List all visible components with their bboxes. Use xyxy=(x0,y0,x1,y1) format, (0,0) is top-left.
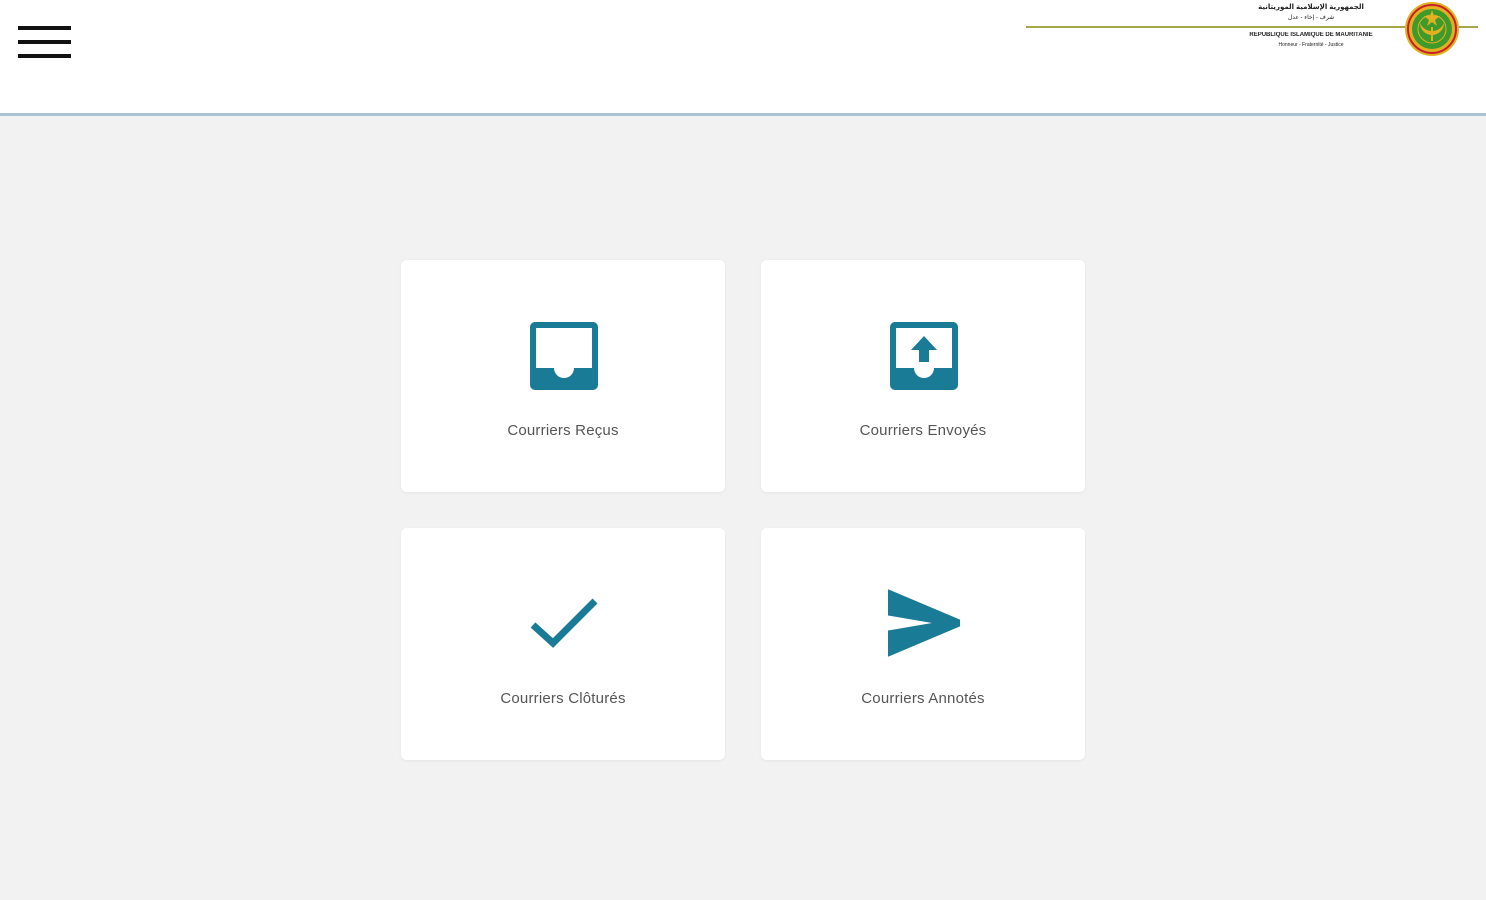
national-emblem-icon xyxy=(1405,2,1459,56)
menu-bar-line xyxy=(18,40,71,44)
hamburger-menu-icon[interactable] xyxy=(14,20,76,66)
tile-label: Courriers Envoyés xyxy=(859,422,987,439)
app-header: الجمهورية الإسلامية الموريتانية شرف - إخ… xyxy=(0,0,1486,116)
tile-label: Courriers Reçus xyxy=(507,422,619,439)
outbox-icon xyxy=(890,322,958,390)
menu-bar-line xyxy=(18,26,71,30)
mail-categories-grid: Courriers Reçus Courriers Envoyés Courri… xyxy=(401,260,1087,762)
inbox-icon xyxy=(530,322,598,390)
tile-label: Courriers Clôturés xyxy=(500,690,626,707)
menu-bar-line xyxy=(18,54,71,58)
tile-label: Courriers Annotés xyxy=(861,690,985,707)
banner-arabic-motto: شرف - إخاء - عدل xyxy=(1226,14,1396,21)
banner-french-title: RÉPUBLIQUE ISLAMIQUE DE MAURITANIE xyxy=(1226,32,1396,38)
banner-french-motto: Honneur - Fraternité - Justice xyxy=(1226,42,1396,48)
tile-courriers-clotures[interactable]: Courriers Clôturés xyxy=(401,528,725,760)
send-icon xyxy=(888,589,960,657)
checkmark-icon xyxy=(530,598,598,648)
tile-courriers-annotes[interactable]: Courriers Annotés xyxy=(761,528,1085,760)
tile-courriers-envoyes[interactable]: Courriers Envoyés xyxy=(761,260,1085,492)
banner-arabic-title: الجمهورية الإسلامية الموريتانية xyxy=(1226,3,1396,11)
tile-courriers-recus[interactable]: Courriers Reçus xyxy=(401,260,725,492)
republic-banner: الجمهورية الإسلامية الموريتانية شرف - إخ… xyxy=(1026,0,1486,62)
